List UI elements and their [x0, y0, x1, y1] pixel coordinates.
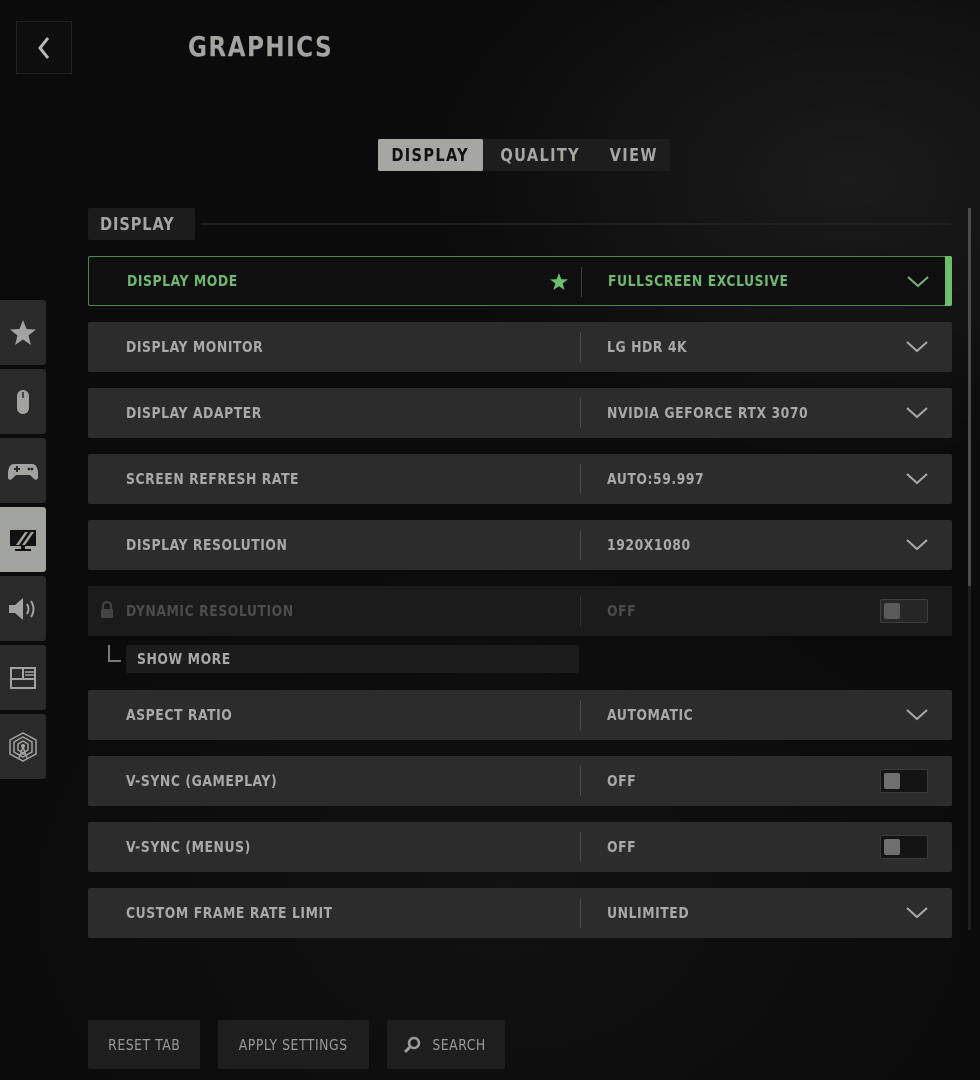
chevron-down-icon[interactable]	[905, 471, 929, 487]
setting-aspect-ratio[interactable]: ASPECT RATIO AUTOMATIC	[88, 690, 952, 740]
setting-display-resolution[interactable]: DISPLAY RESOLUTION 1920X1080	[88, 520, 952, 570]
divider	[580, 832, 581, 862]
setting-custom-frame-rate-limit[interactable]: CUSTOM FRAME RATE LIMIT UNLIMITED	[88, 888, 952, 938]
search-button[interactable]: SEARCH	[387, 1020, 505, 1069]
chevron-left-icon	[38, 36, 50, 59]
chevron-down-icon[interactable]	[905, 905, 929, 921]
side-nav	[0, 300, 46, 783]
chevron-down-icon[interactable]	[905, 405, 929, 421]
divider	[580, 898, 581, 928]
setting-display-monitor[interactable]: DISPLAY MONITOR LG HDR 4K	[88, 322, 952, 372]
setting-value: 1920X1080	[607, 536, 691, 554]
sidebar-item-controller[interactable]	[0, 438, 46, 503]
selection-accent-bar	[945, 256, 952, 306]
page-title: GRAPHICS	[188, 30, 334, 63]
vsync-gameplay-toggle[interactable]	[880, 769, 928, 793]
divider	[580, 464, 581, 494]
tab-display[interactable]: DISPLAY	[378, 139, 483, 171]
search-icon	[404, 1036, 421, 1053]
setting-value: LG HDR 4K	[607, 338, 688, 356]
setting-label: ASPECT RATIO	[126, 706, 233, 724]
footer-actions: RESET TAB APPLY SETTINGS SEARCH	[88, 1020, 505, 1069]
section-title: DISPLAY	[88, 208, 195, 240]
show-more-button[interactable]: SHOW MORE	[126, 645, 579, 673]
sidebar-item-graphics[interactable]	[0, 507, 46, 572]
sidebar-item-interface[interactable]	[0, 645, 46, 710]
setting-value: OFF	[607, 772, 637, 790]
setting-label: DISPLAY ADAPTER	[126, 404, 262, 422]
setting-label: SCREEN REFRESH RATE	[126, 470, 300, 488]
sidebar-item-favorites[interactable]	[0, 300, 46, 365]
monitor-icon	[10, 529, 36, 551]
chevron-down-icon[interactable]	[906, 274, 930, 290]
setting-value: OFF	[607, 602, 637, 620]
toggle-knob	[884, 773, 900, 789]
toggle-knob	[884, 839, 900, 855]
tab-view[interactable]: VIEW	[598, 139, 670, 171]
setting-value: UNLIMITED	[607, 904, 690, 922]
tab-bar: DISPLAY QUALITY VIEW	[378, 139, 670, 171]
setting-value: AUTO:59.997	[607, 470, 705, 488]
network-tower-icon	[9, 731, 37, 762]
setting-value: FULLSCREEN EXCLUSIVE	[608, 272, 789, 290]
setting-label: DISPLAY MONITOR	[126, 338, 264, 356]
setting-label: V-SYNC (GAMEPLAY)	[126, 772, 278, 790]
chevron-down-icon[interactable]	[905, 537, 929, 553]
setting-display-adapter[interactable]: DISPLAY ADAPTER NVIDIA GEFORCE RTX 3070	[88, 388, 952, 438]
setting-value: AUTOMATIC	[607, 706, 694, 724]
show-more-container: SHOW MORE	[88, 645, 580, 673]
favorite-star-icon[interactable]	[549, 272, 569, 292]
divider	[580, 398, 581, 428]
gamepad-icon	[8, 463, 38, 480]
divider	[580, 766, 581, 796]
divider	[580, 596, 581, 626]
setting-label: CUSTOM FRAME RATE LIMIT	[126, 904, 333, 922]
setting-label: DISPLAY RESOLUTION	[126, 536, 288, 554]
star-icon	[10, 319, 36, 345]
setting-vsync-menus[interactable]: V-SYNC (MENUS) OFF	[88, 822, 952, 872]
setting-value: NVIDIA GEFORCE RTX 3070	[607, 404, 809, 422]
sidebar-item-network[interactable]	[0, 714, 46, 779]
toggle-knob	[884, 603, 900, 619]
divider	[580, 700, 581, 730]
setting-dynamic-resolution: DYNAMIC RESOLUTION OFF	[88, 586, 952, 636]
scrollbar-thumb[interactable]	[968, 208, 971, 586]
lock-icon	[101, 601, 113, 618]
chevron-down-icon[interactable]	[905, 339, 929, 355]
back-button[interactable]	[16, 21, 72, 74]
tree-connector	[108, 645, 121, 662]
setting-label: DYNAMIC RESOLUTION	[126, 602, 294, 620]
setting-label: V-SYNC (MENUS)	[126, 838, 251, 856]
mouse-icon	[17, 389, 29, 414]
reset-tab-button[interactable]: RESET TAB	[88, 1020, 200, 1069]
vsync-menus-toggle[interactable]	[880, 835, 928, 859]
divider	[581, 267, 582, 297]
dynamic-resolution-toggle	[880, 599, 928, 623]
setting-value: OFF	[607, 838, 637, 856]
sidebar-item-mouse[interactable]	[0, 369, 46, 434]
setting-display-mode[interactable]: DISPLAY MODE FULLSCREEN EXCLUSIVE	[88, 256, 952, 306]
sidebar-item-audio[interactable]	[0, 576, 46, 641]
section-header: DISPLAY	[88, 208, 951, 240]
scrollbar-track[interactable]	[968, 208, 971, 930]
setting-vsync-gameplay[interactable]: V-SYNC (GAMEPLAY) OFF	[88, 756, 952, 806]
layout-icon	[10, 666, 36, 689]
apply-settings-button[interactable]: APPLY SETTINGS	[218, 1020, 369, 1069]
tab-quality[interactable]: QUALITY	[483, 139, 598, 171]
divider	[580, 530, 581, 560]
setting-screen-refresh-rate[interactable]: SCREEN REFRESH RATE AUTO:59.997	[88, 454, 952, 504]
setting-label: DISPLAY MODE	[127, 272, 238, 290]
speaker-icon	[9, 597, 35, 620]
section-divider	[200, 223, 951, 225]
divider	[580, 332, 581, 362]
chevron-down-icon[interactable]	[905, 707, 929, 723]
